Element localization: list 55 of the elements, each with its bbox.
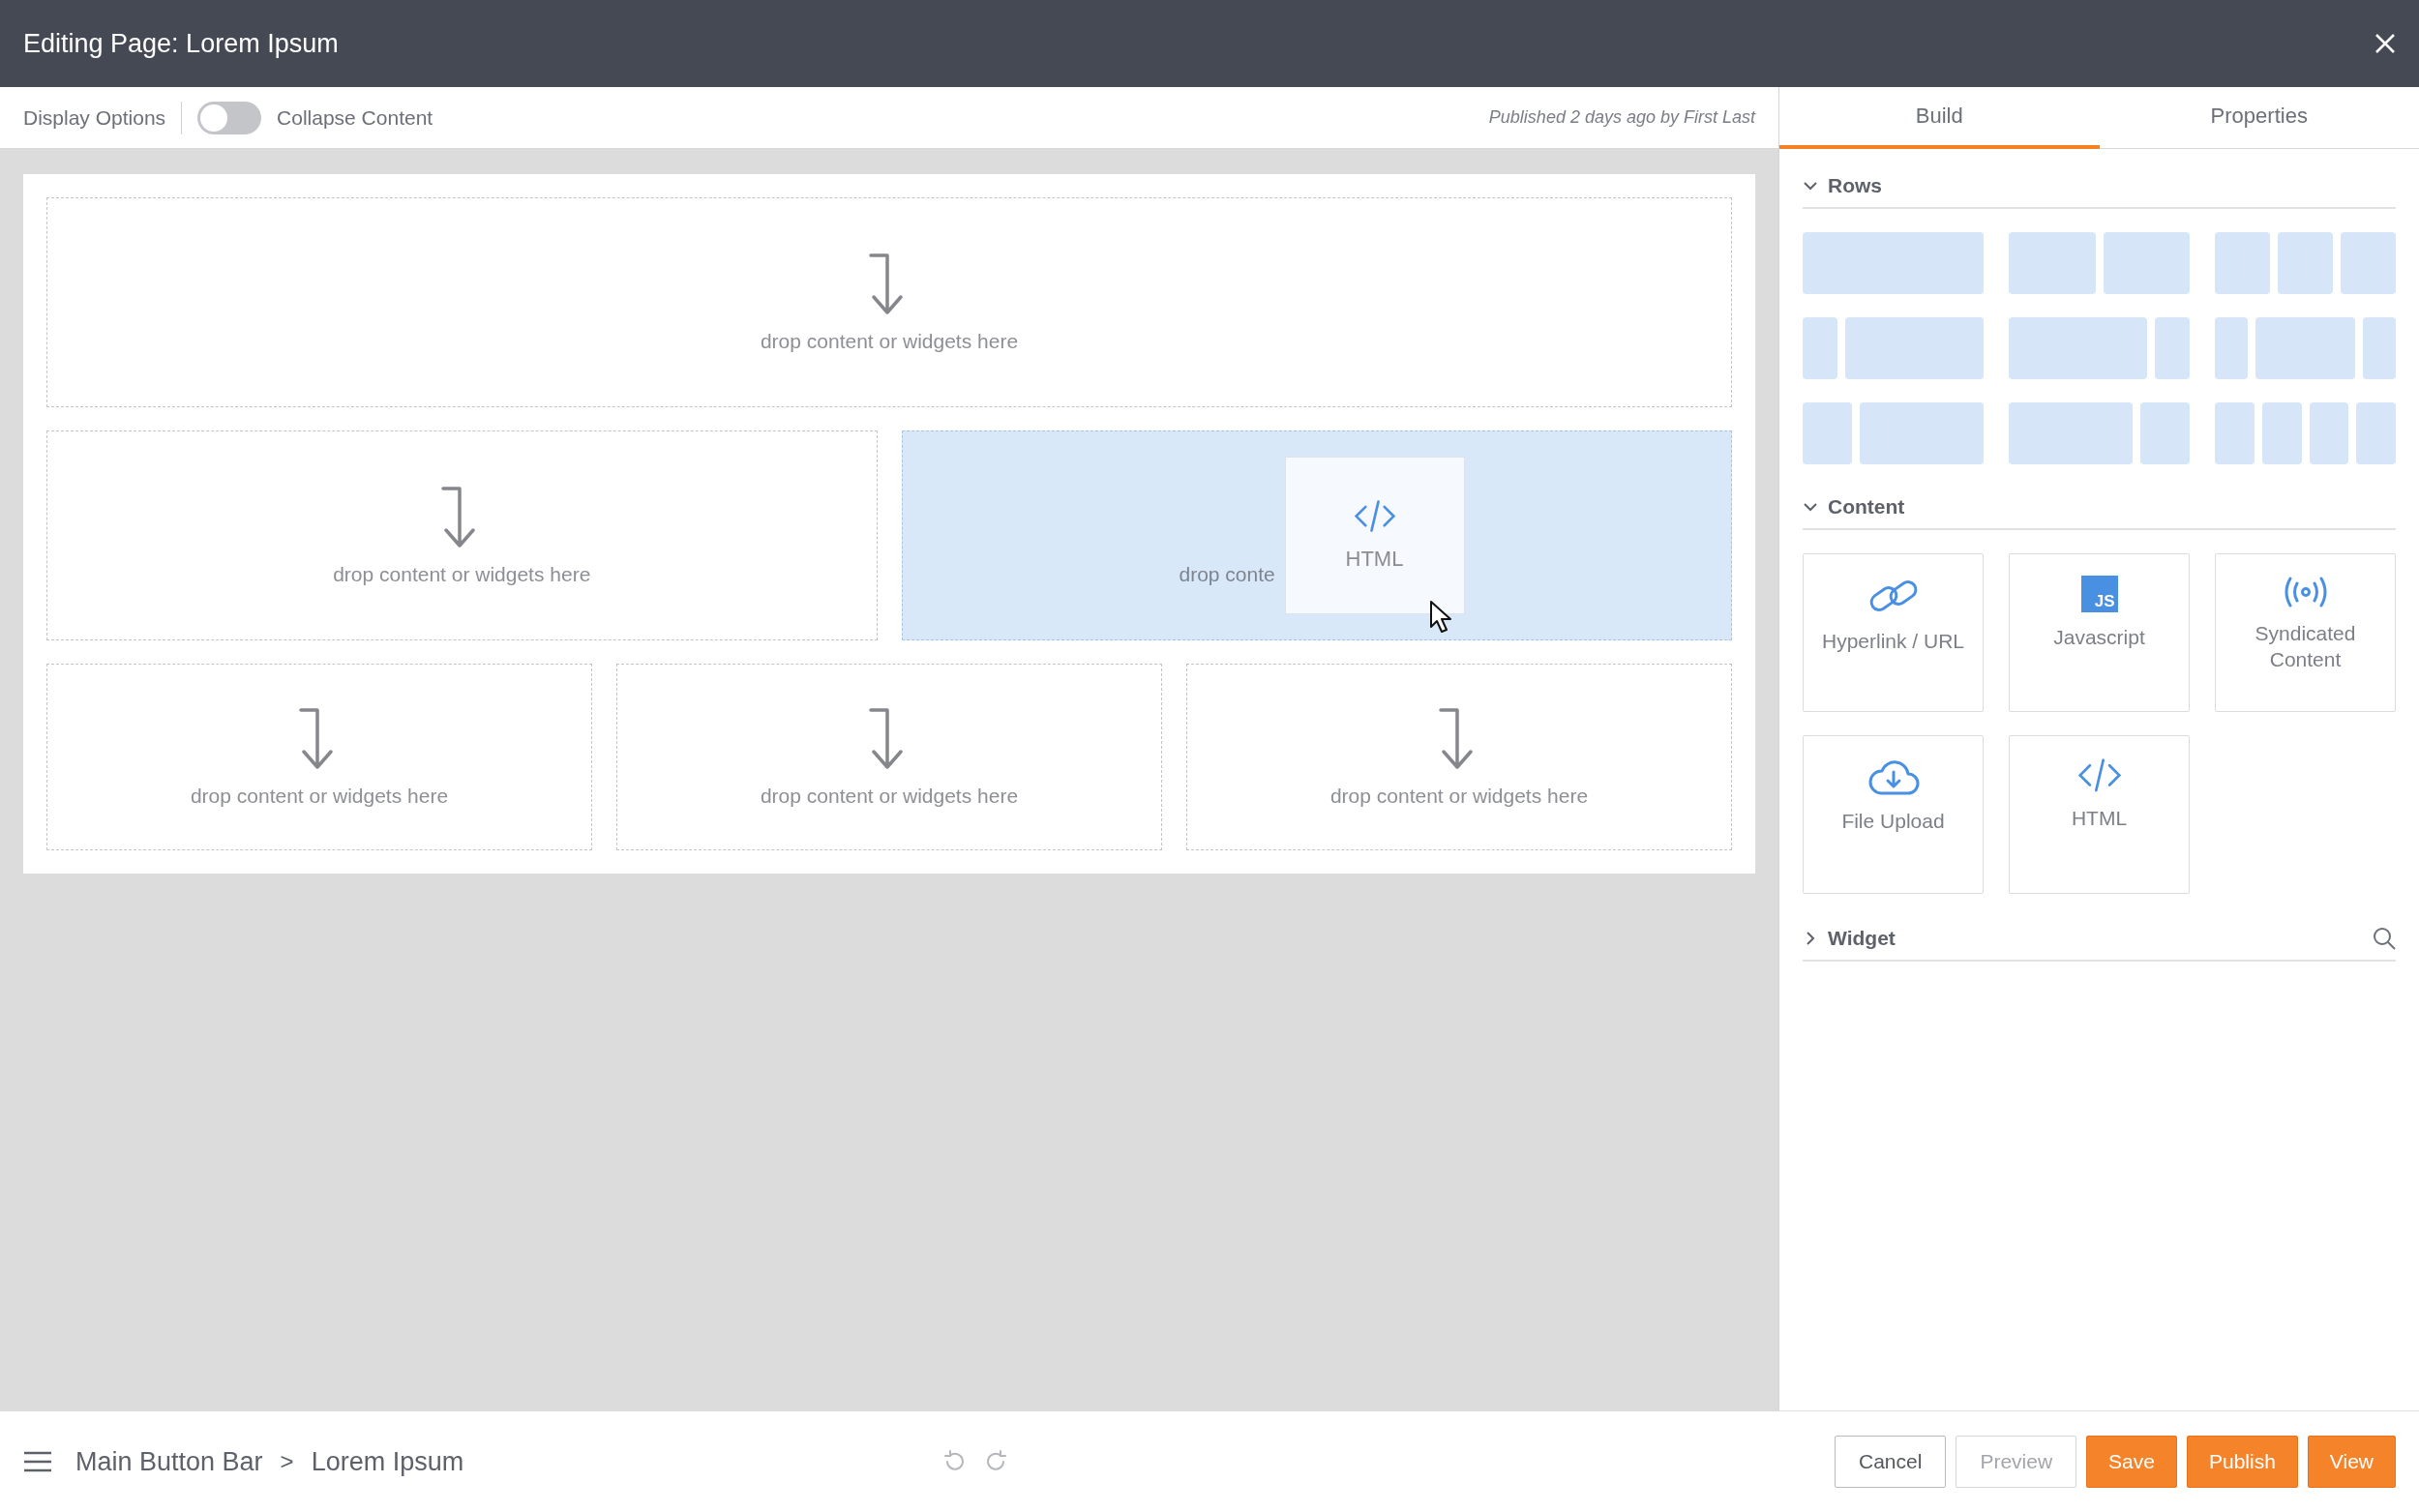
drop-zone-text: drop content or widgets here	[333, 562, 591, 586]
cursor-icon	[1428, 600, 1454, 635]
collapse-toggle[interactable]	[197, 101, 262, 134]
section-header[interactable]: Widget	[1803, 919, 2396, 962]
action-button[interactable]: Save	[2086, 1436, 2177, 1488]
row-layout-option[interactable]	[2215, 232, 2396, 294]
section-title: Rows	[1828, 174, 1882, 197]
menu-button[interactable]	[23, 1450, 52, 1473]
widget-label: HTML	[2070, 805, 2129, 831]
section-title: Content	[1828, 495, 1905, 519]
javascript-icon: JS	[2080, 576, 2118, 612]
widget-label: HTML	[1345, 547, 1404, 573]
section-header[interactable]: Content	[1803, 488, 2396, 530]
publish-status: Published 2 days ago by First Last	[1488, 107, 1755, 128]
dragged-widget-card[interactable]: HTML	[1284, 457, 1465, 614]
breadcrumb-separator: >	[280, 1448, 294, 1475]
row-layout-option[interactable]	[1803, 402, 1984, 464]
section-title: Widget	[1828, 927, 1896, 950]
action-button[interactable]: Publish	[2186, 1436, 2298, 1488]
drop-zone-text: drop content or widgets here	[760, 329, 1019, 353]
widget-label: File Upload	[1840, 809, 1946, 834]
content-widget-tile[interactable]: Hyperlink / URL	[1803, 553, 1984, 712]
window-title: Editing Page: Lorem Ipsum	[23, 28, 339, 59]
code-icon	[2076, 757, 2122, 793]
widget-label: Syndicated Content	[2254, 621, 2357, 673]
drop-zone-text: drop content or widgets here	[1329, 784, 1589, 808]
close-button[interactable]	[2374, 33, 2396, 54]
row-layout-option[interactable]	[2215, 402, 2396, 464]
content-widget-tile[interactable]: JS Javascript	[2009, 553, 2190, 712]
cloud-download-icon	[1867, 757, 1920, 796]
widget-label: Hyperlink / URL	[1820, 629, 1965, 654]
code-icon	[1353, 498, 1396, 534]
breadcrumb-link[interactable]: Main Button Bar	[75, 1446, 263, 1477]
row-layout-option[interactable]	[2009, 402, 2190, 464]
row-layout-option[interactable]	[1803, 232, 1984, 294]
drop-zone-text: drop content or widgets here	[190, 784, 449, 808]
display-options-label: Display Options	[23, 105, 166, 130]
panel-tab[interactable]: Build	[1779, 87, 2100, 149]
breadcrumb-link[interactable]: Lorem Ipsum	[311, 1446, 464, 1477]
panel-tab[interactable]: Properties	[2099, 87, 2419, 149]
search-icon	[2373, 927, 2396, 950]
action-button[interactable]: View	[2307, 1436, 2396, 1488]
widget-label: Javascript	[2052, 625, 2146, 650]
drop-zone-text: drop content or widgets here	[760, 784, 1019, 808]
content-widget-tile[interactable]: Syndicated Content	[2215, 553, 2396, 712]
row-layout-option[interactable]	[2009, 232, 2190, 294]
row-layout-option[interactable]	[2009, 317, 2190, 379]
row-layout-option[interactable]	[2215, 317, 2396, 379]
content-widget-tile[interactable]: HTML	[2009, 735, 2190, 894]
row-layout-option[interactable]	[1803, 317, 1984, 379]
drop-zone-text: drop conte	[1179, 562, 1275, 586]
collapse-content-label: Collapse Content	[277, 105, 433, 130]
action-button[interactable]: Cancel	[1835, 1436, 1947, 1488]
content-widget-tile[interactable]: File Upload	[1803, 735, 1984, 894]
section-header[interactable]: Rows	[1803, 166, 2396, 209]
